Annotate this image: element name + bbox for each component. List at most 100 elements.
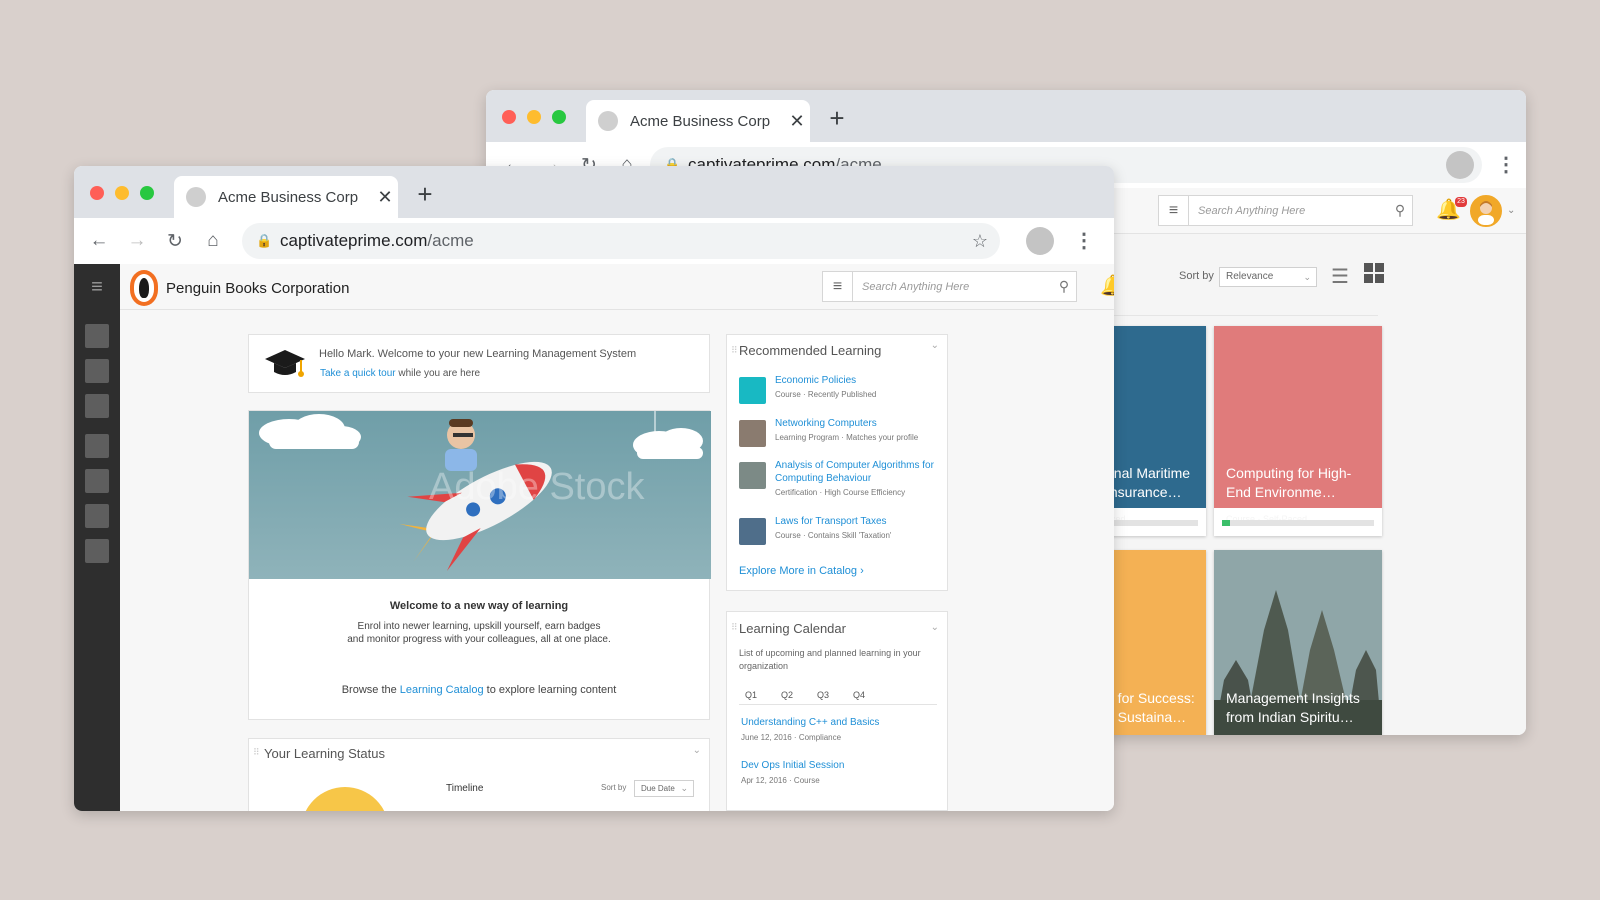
list-view-icon[interactable]: ☰ — [1331, 264, 1349, 289]
recommended-item[interactable]: Economic Policies Course · Recently Publ… — [739, 375, 939, 409]
sort-by-select[interactable]: Relevance ⌄ — [1219, 267, 1317, 287]
explore-catalog-link[interactable]: Explore More in Catalog › — [739, 565, 864, 577]
timeline-label: Timeline — [446, 783, 484, 794]
search-placeholder: Search Anything Here — [1198, 204, 1306, 217]
browser-menu-icon[interactable]: ⋮ — [1496, 155, 1516, 175]
sidebar-item[interactable] — [85, 469, 109, 493]
recommended-item-title[interactable]: Computing Behaviour — [775, 473, 871, 484]
address-bar[interactable]: 🔒 captivateprime.com/acme ☆ — [242, 223, 1000, 259]
search-input[interactable]: ≡ Search Anything Here ⚲ — [822, 271, 1077, 302]
calendar-item-meta: June 12, 2016 · Compliance — [741, 733, 842, 742]
tab-q3[interactable]: Q3 — [817, 690, 829, 700]
recommended-item[interactable]: Networking Computers Learning Program · … — [739, 418, 939, 452]
calendar-item-title[interactable]: Dev Ops Initial Session — [741, 760, 844, 771]
recommended-item[interactable]: Laws for Transport Taxes Course · Contai… — [739, 516, 939, 550]
tab-q4[interactable]: Q4 — [853, 690, 865, 700]
close-tab-icon[interactable]: ✕ — [372, 187, 398, 208]
penguin-logo-icon — [130, 270, 158, 306]
sidebar-item[interactable] — [85, 539, 109, 563]
course-title: Computing for High-End Environme… — [1226, 465, 1352, 500]
recommended-item-title[interactable]: Economic Policies — [775, 375, 856, 386]
sidebar-item[interactable] — [85, 394, 109, 418]
search-icon[interactable]: ⚲ — [1052, 278, 1076, 295]
close-window-button[interactable] — [502, 110, 516, 124]
sidebar-item[interactable] — [85, 434, 109, 458]
calendar-description: List of upcoming and planned learning in… — [739, 648, 921, 658]
course-title: g for Success: g Sustaina… — [1106, 690, 1195, 725]
close-tab-icon[interactable]: ✕ — [784, 111, 810, 132]
forward-arrow-icon[interactable]: → — [118, 230, 156, 252]
minimize-window-button[interactable] — [115, 186, 129, 200]
tab-title: Acme Business Corp — [218, 188, 359, 206]
welcome-subtext: Take a quick tour while you are here — [320, 368, 481, 379]
drag-handle-icon[interactable]: ⠿ — [731, 622, 738, 633]
calendar-description: organization — [739, 661, 789, 671]
maximize-window-button[interactable] — [140, 186, 154, 200]
recommended-item-title[interactable]: Laws for Transport Taxes — [775, 516, 887, 527]
learning-catalog-link[interactable]: Learning Catalog — [400, 684, 484, 696]
sidebar-item[interactable] — [85, 359, 109, 383]
drag-handle-icon[interactable]: ⠿ — [253, 747, 260, 758]
quick-tour-link[interactable]: Take a quick tour — [320, 368, 396, 379]
new-tab-button[interactable]: + — [822, 104, 852, 132]
new-tab-button[interactable]: + — [410, 180, 440, 208]
recommended-item-meta: Course · Contains Skill 'Taxation' — [775, 531, 892, 540]
progress-bar — [1222, 520, 1374, 526]
course-card[interactable]: onal Maritime Insurance… aced — [1106, 326, 1206, 536]
home-icon[interactable]: ⌂ — [194, 230, 232, 252]
search-input[interactable]: ≡ Search Anything Here ⚲ — [1158, 195, 1413, 226]
notification-bell-icon[interactable]: 🔔23 — [1436, 197, 1467, 222]
chevron-down-icon[interactable]: ⌄ — [1507, 205, 1515, 216]
minimize-window-button[interactable] — [527, 110, 541, 124]
chevron-down-icon[interactable]: ⌄ — [931, 622, 939, 633]
reload-icon[interactable]: ↻ — [156, 230, 194, 253]
grid-view-icon[interactable] — [1364, 263, 1384, 289]
course-title: onal Maritime Insurance… — [1106, 465, 1191, 500]
favicon-icon — [186, 187, 206, 207]
sort-by-select[interactable]: Due Date ⌄ — [634, 780, 694, 797]
sidebar-item[interactable] — [85, 324, 109, 348]
calendar-item-title[interactable]: Understanding C++ and Basics — [741, 717, 879, 728]
search-icon[interactable]: ⚲ — [1388, 202, 1412, 219]
course-card[interactable]: Management Insights from Indian Spiritu… — [1214, 550, 1382, 735]
hamburger-menu-icon[interactable]: ≡ — [85, 277, 109, 297]
chevron-down-icon: ⌄ — [1303, 272, 1311, 282]
course-card[interactable]: Computing for High-End Environme… Course… — [1214, 326, 1382, 536]
browser-profile-icon[interactable] — [1446, 151, 1474, 179]
close-window-button[interactable] — [90, 186, 104, 200]
course-card[interactable]: g for Success: g Sustaina… — [1106, 550, 1206, 735]
recommended-item[interactable]: Analysis of Computer Algorithms for Comp… — [739, 460, 939, 504]
bookmark-star-icon[interactable]: ☆ — [972, 231, 988, 252]
left-sidebar: ≡ — [74, 264, 120, 811]
browser-tab[interactable]: Acme Business Corp ✕ — [586, 100, 810, 142]
app-header: Penguin Books Corporation ≡ Search Anyth… — [120, 264, 1114, 310]
search-menu-icon[interactable]: ≡ — [823, 272, 853, 301]
recommended-item-title[interactable]: Analysis of Computer Algorithms for — [775, 460, 934, 471]
browser-menu-icon[interactable]: ⋮ — [1074, 231, 1094, 251]
brand: Penguin Books Corporation — [130, 270, 349, 306]
search-menu-icon[interactable]: ≡ — [1159, 196, 1189, 225]
graduation-cap-icon — [263, 348, 307, 385]
hero-panel: Adobe Stock Welcome to a new way of lear… — [248, 410, 711, 720]
recommended-item-title[interactable]: Networking Computers — [775, 418, 877, 429]
chevron-down-icon[interactable]: ⌄ — [931, 340, 939, 351]
browser-tab[interactable]: Acme Business Corp ✕ — [174, 176, 398, 218]
avatar[interactable] — [1470, 195, 1502, 227]
divider — [1106, 315, 1378, 316]
chevron-down-icon[interactable]: ⌄ — [693, 745, 701, 756]
divider — [739, 704, 937, 705]
tab-q1[interactable]: Q1 — [745, 690, 757, 700]
notification-bell-icon[interactable]: 🔔23 — [1100, 273, 1114, 298]
learning-status-panel: ⠿ Your Learning Status ⌄ Timeline Sort b… — [248, 738, 710, 811]
panel-title: Recommended Learning — [739, 343, 882, 358]
browser-toolbar: ← → ↻ ⌂ 🔒 captivateprime.com/acme ☆ ⋮ — [74, 218, 1114, 264]
browser-profile-icon[interactable] — [1026, 227, 1054, 255]
drag-handle-icon[interactable]: ⠿ — [731, 345, 738, 356]
back-arrow-icon[interactable]: ← — [80, 230, 118, 252]
favicon-icon — [598, 111, 618, 131]
welcome-panel: Hello Mark. Welcome to your new Learning… — [248, 334, 710, 393]
sidebar-item[interactable] — [85, 504, 109, 528]
tab-q2[interactable]: Q2 — [781, 690, 800, 705]
notification-count-badge: 23 — [1455, 197, 1467, 207]
maximize-window-button[interactable] — [552, 110, 566, 124]
